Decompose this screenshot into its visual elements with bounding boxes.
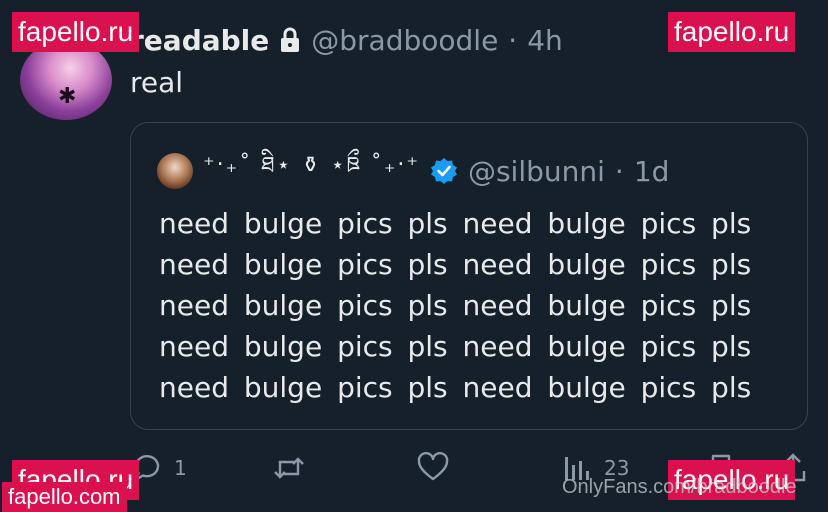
retweet-button[interactable] — [272, 450, 316, 486]
quoted-text-line: need bulge pics pls need bulge pics pls — [159, 289, 752, 322]
author-avatar[interactable]: ✱ — [20, 40, 112, 120]
tweet-header: readable @bradboodle · 4h — [130, 22, 563, 58]
retweet-icon — [274, 457, 304, 479]
quoted-separator-dot: · — [614, 154, 624, 188]
quoted-text-line: need bulge pics pls need bulge pics pls — [159, 371, 752, 404]
watermark-site: fapello.com — [2, 482, 127, 512]
author-display-name[interactable]: readable — [130, 24, 269, 57]
author-handle[interactable]: @bradboodle — [311, 24, 498, 57]
reply-count: 1 — [174, 456, 187, 480]
verified-badge-icon — [430, 158, 457, 184]
heart-icon — [417, 451, 449, 481]
watermark-onlyfans: OnlyFans.com/bradboodle — [562, 476, 797, 498]
quoted-tweet-timestamp: 1d — [633, 154, 670, 188]
like-button[interactable] — [416, 450, 460, 486]
separator-dot: · — [508, 23, 518, 57]
tweet-timestamp[interactable]: 4h — [527, 24, 563, 57]
lock-icon — [281, 27, 300, 52]
quoted-author-display-name: ⁺‧₊˚ ཐི⋆ ⚱︎ ⋆ཋྀ ˚₊‧⁺ — [203, 153, 420, 178]
tweet-text: real — [130, 66, 184, 99]
quoted-tweet-text: need bulge pics pls need bulge pics pls … — [159, 203, 799, 408]
quoted-author-avatar — [157, 153, 193, 189]
watermark-top-left: fapello.ru — [12, 12, 140, 52]
quoted-text-line: need bulge pics pls need bulge pics pls — [159, 330, 752, 363]
quoted-text-line: need bulge pics pls need bulge pics pls — [159, 248, 752, 281]
quoted-tweet-header: ⁺‧₊˚ ཐི⋆ ⚱︎ ⋆ཋྀ ˚₊‧⁺ @silbunni · 1d — [157, 153, 669, 189]
quoted-text-line: need bulge pics pls need bulge pics pls — [159, 207, 752, 240]
watermark-top-right: fapello.ru — [668, 12, 796, 52]
quoted-author-handle: @silbunni — [467, 154, 605, 188]
spider-emblem-icon: ✱ — [58, 84, 77, 109]
quoted-tweet-card[interactable]: ⁺‧₊˚ ཐི⋆ ⚱︎ ⋆ཋྀ ˚₊‧⁺ @silbunni · 1d need… — [130, 122, 808, 430]
